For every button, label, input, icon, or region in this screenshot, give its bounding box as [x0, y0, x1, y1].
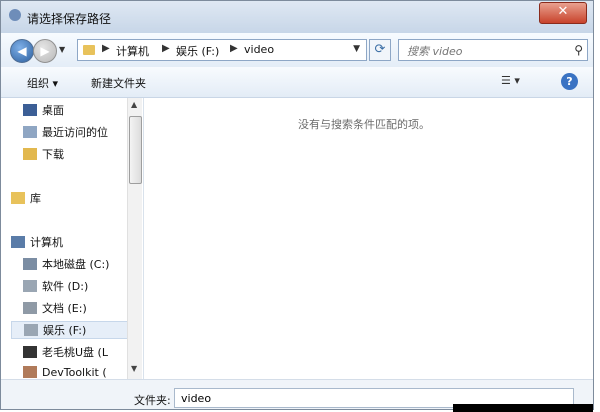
sidebar-item-desktop[interactable]: 桌面: [23, 102, 64, 120]
sidebar-item-label: 库: [30, 192, 41, 205]
breadcrumb-folder[interactable]: video: [244, 43, 274, 56]
address-bar[interactable]: ▶ 计算机 ▶ 娱乐 (F:) ▶ video ▼: [77, 39, 367, 61]
sidebar-item-label: 老毛桃U盘 (L: [42, 346, 108, 359]
history-dropdown-icon[interactable]: ▼: [59, 45, 65, 54]
save-dialog: 请选择保存路径 ✕ ◀ ▶ ▼ ▶ 计算机 ▶ 娱乐 (F:) ▶ video …: [0, 0, 594, 412]
sidebar-item-devtoolkit[interactable]: DevToolkit (: [23, 366, 107, 379]
navigation-pane: 桌面 最近访问的位 下载 库 计算机 本地磁盘 (C:) 软件 (D:) 文档 …: [1, 98, 144, 379]
sidebar-item-label: 软件 (D:): [42, 280, 89, 293]
chevron-down-icon: ▾: [514, 74, 520, 87]
view-options-button[interactable]: ☰ ▾: [501, 74, 520, 87]
chevron-right-icon[interactable]: ▶: [230, 43, 238, 54]
nav-scrollbar[interactable]: ▲ ▼: [127, 98, 142, 379]
sidebar-item-drive-f[interactable]: 娱乐 (F:): [11, 321, 129, 339]
back-arrow-icon: ◀: [17, 44, 27, 58]
close-button[interactable]: ✕: [539, 2, 587, 24]
search-input[interactable]: [405, 42, 569, 60]
breadcrumb-computer[interactable]: 计算机: [116, 43, 149, 59]
disc-drive-icon: [23, 366, 37, 378]
sidebar-item-drive-e[interactable]: 文档 (E:): [23, 300, 87, 318]
sidebar-item-drive-d[interactable]: 软件 (D:): [23, 278, 88, 296]
recent-places-icon: [23, 126, 37, 138]
file-list-pane[interactable]: 没有与搜索条件匹配的项。: [144, 98, 593, 379]
sidebar-item-drive-c[interactable]: 本地磁盘 (C:): [23, 256, 109, 274]
forward-arrow-icon: ▶: [40, 44, 50, 58]
sidebar-item-drive-l[interactable]: 老毛桃U盘 (L: [23, 344, 108, 362]
command-bar: 组织 ▾ 新建文件夹 ☰ ▾ ?: [1, 67, 593, 98]
view-list-icon: ☰: [501, 74, 511, 87]
breadcrumb-drive[interactable]: 娱乐 (F:): [176, 43, 219, 59]
computer-icon: [11, 236, 25, 248]
new-folder-button[interactable]: 新建文件夹: [91, 75, 146, 91]
sidebar-item-label: 桌面: [42, 104, 64, 117]
sidebar-item-libraries[interactable]: 库: [11, 190, 41, 208]
footer-panel: 文件夹:: [1, 379, 593, 412]
sidebar-item-computer[interactable]: 计算机: [11, 234, 63, 252]
chevron-right-icon[interactable]: ▶: [102, 43, 110, 54]
empty-results-message: 没有与搜索条件匹配的项。: [298, 118, 430, 131]
address-dropdown-icon[interactable]: ▼: [353, 44, 360, 54]
sidebar-item-label: 文档 (E:): [42, 302, 87, 315]
refresh-icon: ⟳: [374, 42, 386, 57]
folder-name-label: 文件夹:: [134, 394, 171, 407]
app-icon: [9, 9, 21, 21]
help-button[interactable]: ?: [561, 73, 578, 90]
usb-drive-icon: [23, 346, 37, 358]
forward-button[interactable]: ▶: [33, 39, 57, 63]
navigation-bar: ◀ ▶ ▼ ▶ 计算机 ▶ 娱乐 (F:) ▶ video ▼ ⟳ ⚲: [1, 33, 593, 67]
search-box[interactable]: ⚲: [398, 39, 588, 61]
sidebar-item-label: 下载: [42, 148, 64, 161]
drive-icon: [24, 324, 38, 336]
sidebar-item-downloads[interactable]: 下载: [23, 146, 64, 164]
help-icon: ?: [566, 75, 573, 88]
drive-icon: [23, 258, 37, 270]
library-icon: [11, 192, 25, 204]
chevron-right-icon[interactable]: ▶: [162, 43, 170, 54]
downloads-icon: [23, 148, 37, 160]
search-icon[interactable]: ⚲: [574, 43, 583, 57]
refresh-button[interactable]: ⟳: [369, 39, 391, 61]
sidebar-item-label: 计算机: [30, 236, 63, 249]
title-bar: 请选择保存路径 ✕: [1, 1, 593, 33]
cropped-button-fragment: [453, 404, 593, 412]
scroll-up-icon[interactable]: ▲: [131, 100, 137, 109]
window-title: 请选择保存路径: [27, 12, 112, 26]
close-icon: ✕: [557, 4, 569, 19]
organize-menu-button[interactable]: 组织 ▾: [27, 75, 58, 91]
back-button[interactable]: ◀: [10, 39, 34, 63]
desktop-icon: [23, 104, 37, 116]
scroll-down-icon[interactable]: ▼: [131, 364, 137, 373]
folder-icon: [83, 45, 95, 55]
sidebar-item-recent[interactable]: 最近访问的位: [23, 124, 108, 142]
sidebar-item-label: 娱乐 (F:): [43, 324, 87, 337]
sidebar-item-label: 本地磁盘 (C:): [42, 258, 110, 271]
scroll-thumb[interactable]: [129, 116, 142, 184]
sidebar-item-label: DevToolkit (: [42, 366, 107, 379]
network-drive-icon: [23, 302, 37, 314]
sidebar-item-label: 最近访问的位: [42, 126, 108, 139]
drive-icon: [23, 280, 37, 292]
